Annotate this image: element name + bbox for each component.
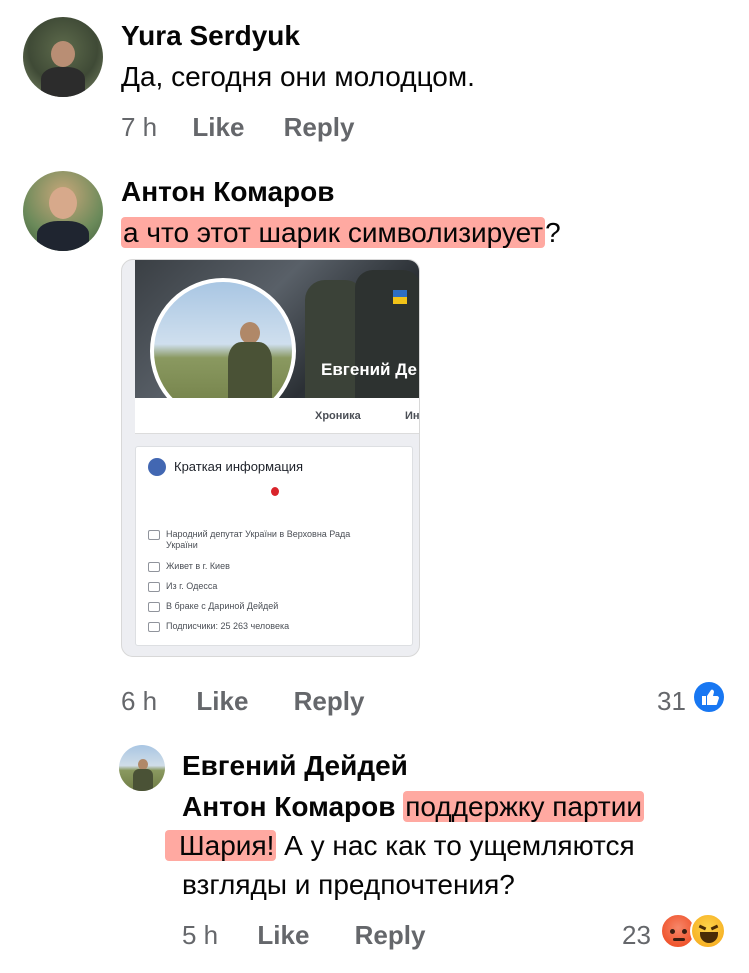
comment-author[interactable]: Yura Serdyuk [121, 20, 300, 52]
comment-actions: 7 h Like Reply [121, 112, 354, 143]
intro-row: Из г. Одесса [148, 581, 217, 592]
reaction-count[interactable]: 31 [657, 686, 686, 717]
comment-time[interactable]: 5 h [182, 920, 218, 951]
balloon-icon [271, 487, 279, 496]
heart-icon [148, 601, 160, 612]
intro-row: В браке с Дариной Дейдей [148, 601, 278, 612]
location-pin-icon [148, 581, 160, 592]
intro-card: Краткая информация Народний депутат Укра… [135, 446, 413, 646]
comment-author[interactable]: Антон Комаров [121, 176, 334, 208]
tab-chronicle[interactable]: Хроника [315, 410, 361, 422]
comment-time[interactable]: 7 h [121, 112, 157, 143]
avatar[interactable] [119, 745, 165, 791]
comment-actions: 6 h Like Reply [121, 686, 364, 717]
briefcase-icon [148, 529, 160, 540]
profile-cover-name: Евгений Де [321, 360, 417, 379]
intro-row: Народний депутат України в Верховна Рада… [148, 529, 350, 550]
comment-text: Антон Комаров поддержку партии [182, 787, 645, 827]
like-button[interactable]: Like [257, 920, 309, 951]
intro-row: Подписчики: 25 263 человека [148, 621, 289, 632]
highlighted-text: Шария! [165, 830, 277, 861]
comment-actions: 5 h Like Reply [182, 920, 425, 951]
home-icon [148, 561, 160, 572]
attached-image[interactable]: Евгений Де Хроника Ин Краткая информация… [121, 259, 420, 657]
reply-button[interactable]: Reply [284, 112, 355, 143]
highlighted-text: поддержку партии [403, 791, 645, 822]
reply-button[interactable]: Reply [355, 920, 426, 951]
comment-text: Шария! А у нас как то ущемляются [165, 826, 635, 866]
comment-text: Да, сегодня они молодцом. [121, 61, 475, 92]
haha-icon[interactable] [690, 913, 726, 949]
comment-text: а что этот шарик символизирует? [121, 213, 561, 253]
rss-icon [148, 621, 160, 632]
comment-author[interactable]: Евгений Дейдей [182, 750, 408, 782]
comment-time[interactable]: 6 h [121, 686, 157, 717]
like-button[interactable]: Like [192, 112, 244, 143]
avatar[interactable] [23, 171, 103, 251]
highlighted-text: а что этот шарик символизирует [121, 217, 546, 248]
like-button[interactable]: Like [196, 686, 248, 717]
comment-text-rest: А у нас как то ущемляются [276, 830, 635, 861]
user-mention[interactable]: Антон Комаров [182, 791, 395, 822]
intro-row: Живет в г. Киев [148, 561, 230, 572]
reply-button[interactable]: Reply [294, 686, 365, 717]
comment-text-tail: ? [545, 217, 561, 248]
intro-title: Краткая информация [174, 459, 304, 474]
profile-tabs: Хроника Ин [135, 398, 419, 434]
tab-info[interactable]: Ин [405, 410, 419, 422]
reaction-count[interactable]: 23 [622, 920, 651, 951]
comment-text: взгляды и предпочтения? [182, 869, 515, 900]
like-icon[interactable] [692, 680, 726, 714]
avatar[interactable] [23, 17, 103, 97]
globe-icon [148, 458, 166, 476]
